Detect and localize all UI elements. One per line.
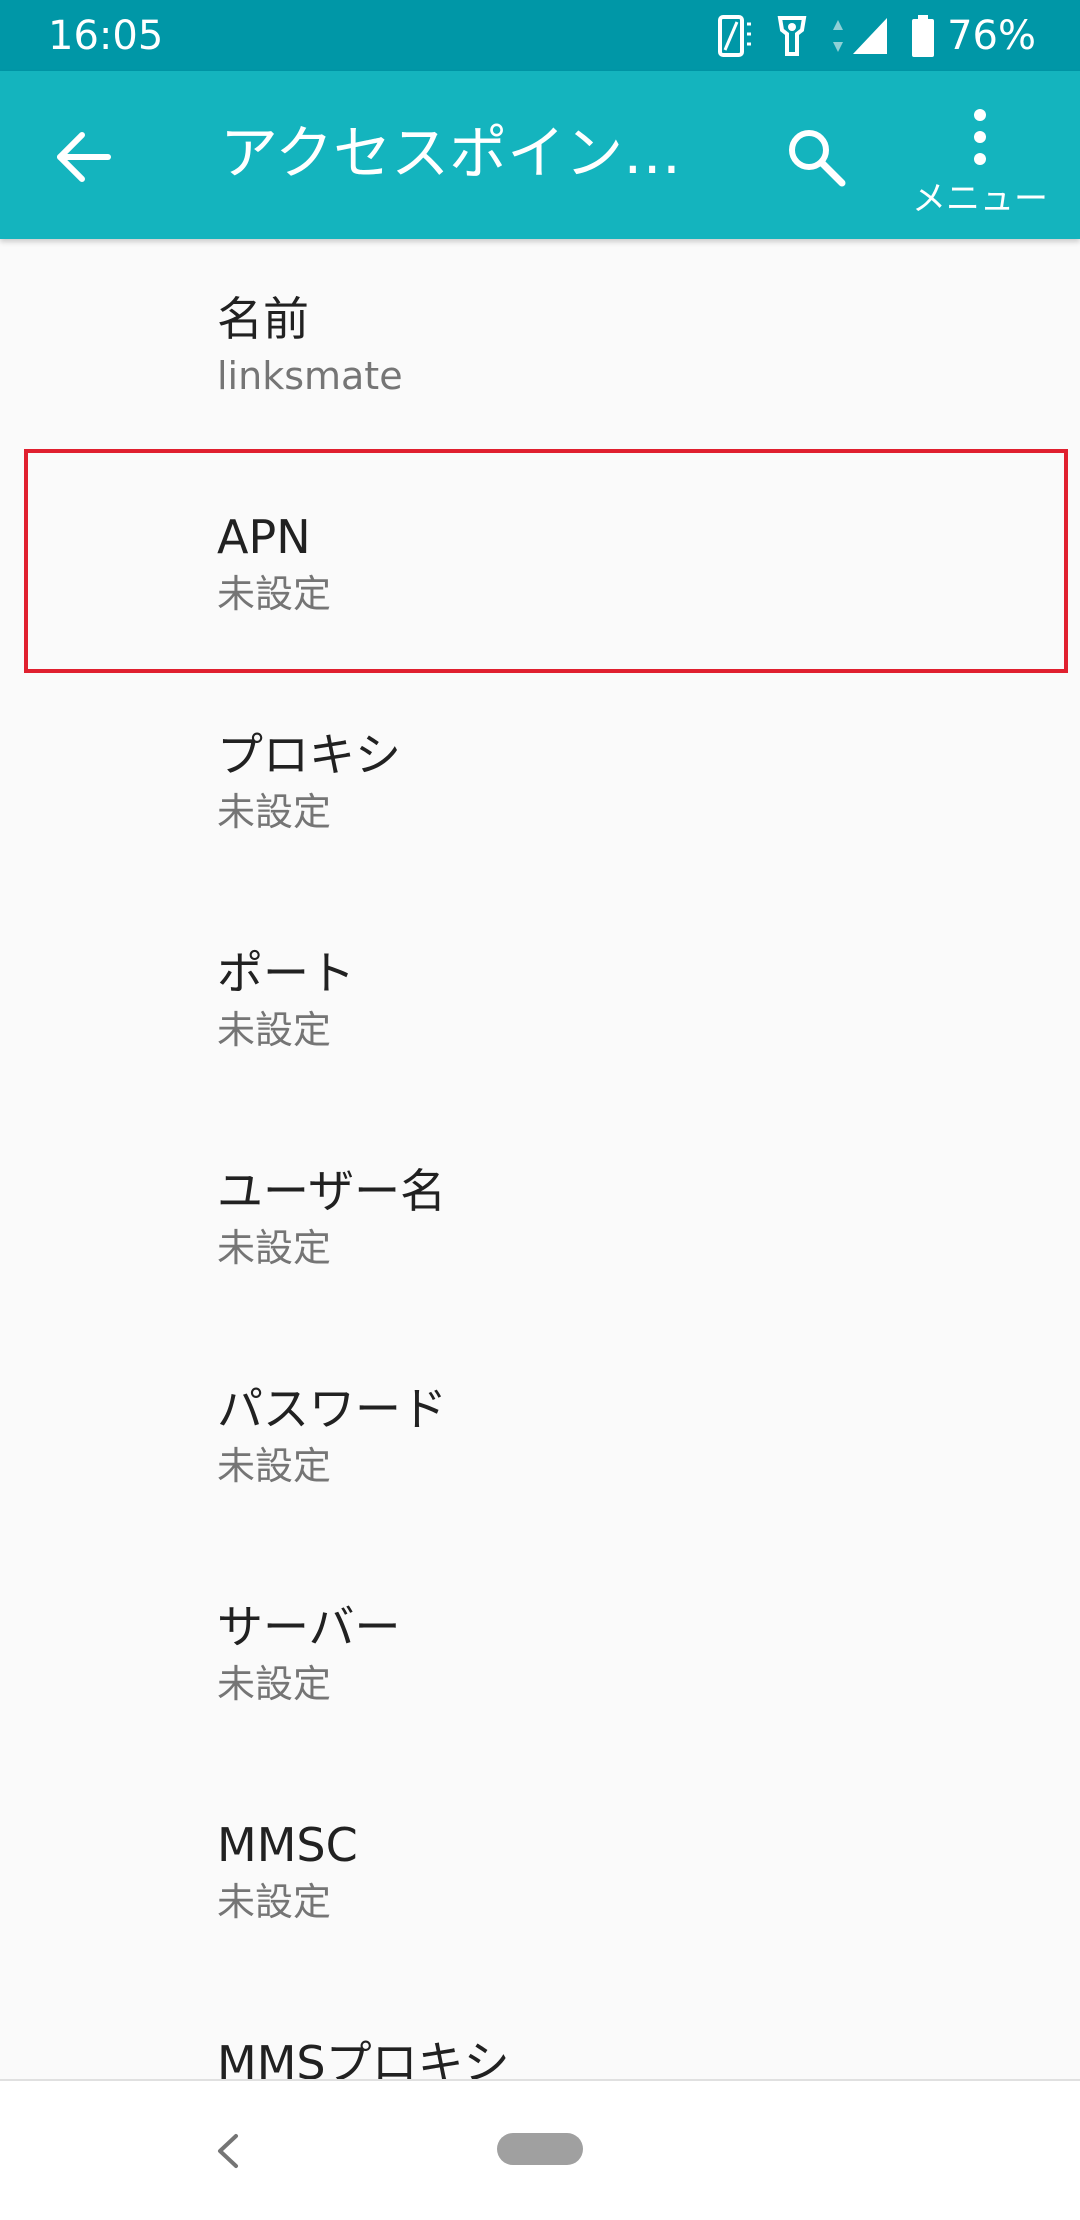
overflow-menu-button[interactable]: メニュー: [900, 107, 1060, 237]
setting-title: ポート: [217, 946, 355, 1000]
setting-value: 未設定: [217, 1226, 332, 1270]
setting-item-proxy[interactable]: プロキシ 未設定: [0, 675, 1080, 893]
apn-highlight-box: [24, 449, 1068, 673]
setting-item-mmsc[interactable]: MMSC 未設定: [0, 1765, 1080, 1983]
data-arrows-icon: [831, 16, 845, 56]
chevron-left-icon: [218, 2134, 238, 2168]
setting-title: サーバー: [217, 1600, 401, 1654]
setting-value: 未設定: [217, 1880, 332, 1924]
setting-item-server[interactable]: サーバー 未設定: [0, 1547, 1080, 1765]
nav-back-button[interactable]: [208, 2126, 248, 2176]
back-button[interactable]: [52, 125, 116, 189]
setting-item-username[interactable]: ユーザー名 未設定: [0, 1111, 1080, 1329]
app-bar: アクセスポイン… メニュー: [0, 71, 1080, 239]
arrow-left-icon: [57, 132, 111, 182]
setting-item-password[interactable]: パスワード 未設定: [0, 1329, 1080, 1547]
setting-value: 未設定: [217, 1662, 332, 1706]
battery-icon: 76%: [911, 10, 1036, 62]
setting-value: 未設定: [217, 1444, 332, 1488]
setting-value: 未設定: [217, 1008, 332, 1052]
setting-item-port[interactable]: ポート 未設定: [0, 893, 1080, 1111]
search-button[interactable]: [782, 123, 850, 191]
battery-percent: 76%: [947, 13, 1036, 59]
setting-value: linksmate: [217, 354, 403, 398]
search-icon: [789, 130, 846, 187]
home-pill-button[interactable]: [497, 2133, 583, 2165]
setting-value: 未設定: [217, 790, 332, 834]
setting-title: MMSプロキシ: [217, 2036, 510, 2079]
page-title: アクセスポイン…: [220, 119, 682, 187]
vibrate-icon: [717, 14, 753, 58]
status-bar: 16:05 76%: [0, 0, 1080, 71]
setting-item-name[interactable]: 名前 linksmate: [0, 239, 1080, 457]
status-time: 16:05: [48, 13, 164, 59]
setting-title: プロキシ: [217, 728, 401, 782]
setting-title: 名前: [217, 292, 309, 346]
setting-title: MMSC: [217, 1818, 358, 1872]
setting-title: パスワード: [217, 1382, 447, 1436]
menu-label: メニュー: [912, 179, 1048, 219]
navigation-bar: [0, 2079, 1080, 2220]
status-icons: 76%: [695, 10, 1036, 62]
setting-title: ユーザー名: [217, 1164, 447, 1218]
more-vert-icon: [974, 109, 986, 165]
data-saver-icon: [775, 14, 809, 58]
setting-item-mms-proxy[interactable]: MMSプロキシ: [0, 1983, 1080, 2079]
signal-icon: [851, 16, 889, 56]
